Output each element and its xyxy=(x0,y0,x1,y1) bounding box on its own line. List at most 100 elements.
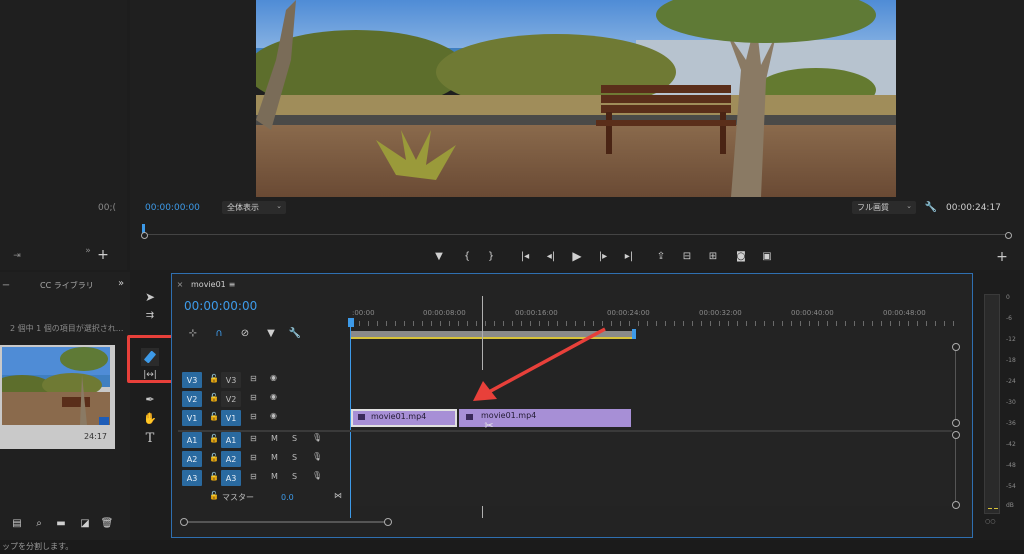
marker-icon[interactable]: ▼ xyxy=(430,248,448,264)
solo-meter-icons[interactable]: ○○ xyxy=(985,518,995,525)
add-button[interactable]: + xyxy=(995,249,1009,265)
track-target-v3[interactable]: V3 xyxy=(221,372,241,388)
nest-icon[interactable]: ⊹ xyxy=(184,325,202,341)
eye-icon[interactable]: ◉ xyxy=(270,411,277,420)
go-to-in-icon[interactable]: |◂ xyxy=(516,248,534,264)
step-back-icon[interactable]: ◂| xyxy=(542,248,560,264)
track-target-v2[interactable]: V2 xyxy=(221,391,241,407)
tab-media[interactable]: ー xyxy=(2,280,10,291)
track-target-a3[interactable]: A3 xyxy=(221,470,241,486)
solo-button[interactable]: S xyxy=(292,434,297,443)
insert-icon[interactable]: ⇥ xyxy=(10,250,24,262)
lock-icon[interactable]: 🔓 xyxy=(209,393,219,402)
track-target-a2[interactable]: A2 xyxy=(221,451,241,467)
new-item-icon[interactable]: ◪ xyxy=(78,515,92,531)
video-vertical-scrollbar[interactable] xyxy=(952,343,963,427)
eye-icon[interactable]: ◉ xyxy=(270,392,277,401)
play-icon[interactable]: ▶ xyxy=(568,248,586,264)
type-tool-icon[interactable]: T xyxy=(142,431,158,446)
more-icon[interactable]: » xyxy=(116,278,126,289)
lift-icon[interactable]: ⇪ xyxy=(652,248,670,264)
pen-tool-icon[interactable]: ✒ xyxy=(142,392,158,406)
add-marker-icon[interactable]: ▼ xyxy=(262,325,280,341)
add-button[interactable]: + xyxy=(96,247,110,263)
compare-icon[interactable]: ▣ xyxy=(758,248,776,264)
mark-out-icon[interactable]: } xyxy=(482,248,500,264)
trash-icon[interactable]: 🗑 xyxy=(100,515,114,531)
quality-select[interactable]: フル画質 ⌄ xyxy=(852,201,916,214)
close-icon[interactable]: × xyxy=(176,279,184,289)
solo-button[interactable]: S xyxy=(292,472,297,481)
timeline-timecode[interactable]: 00:00:00:00 xyxy=(184,299,257,313)
track-header-a1: A1 🔓 A1 ⊟ M S 🎙 xyxy=(178,431,348,449)
microphone-icon[interactable]: 🎙 xyxy=(312,471,322,480)
master-end-icon[interactable]: ⋈ xyxy=(334,491,342,500)
sequence-tab[interactable]: movie01 xyxy=(191,280,226,289)
folder-icon[interactable]: ▬ xyxy=(54,515,68,531)
sync-lock-icon[interactable]: ⊟ xyxy=(250,472,257,481)
ripple-tool-icon[interactable]: |↔| xyxy=(142,370,158,380)
hand-tool-icon[interactable]: ✋ xyxy=(142,411,158,425)
selection-tool-icon[interactable]: ➤ xyxy=(142,289,158,305)
lock-icon[interactable]: 🔓 xyxy=(209,434,219,443)
solo-button[interactable]: S xyxy=(292,453,297,462)
audio-vertical-scrollbar[interactable] xyxy=(952,431,963,509)
clip-thumbnail[interactable]: 24:17 xyxy=(0,345,115,449)
audio-meter-bar xyxy=(984,294,1000,514)
snap-icon[interactable]: ∩ xyxy=(210,325,228,341)
list-view-icon[interactable]: ▤ xyxy=(10,515,24,531)
clip-thumbnail-duration: 24:17 xyxy=(83,432,107,441)
lock-icon[interactable]: 🔓 xyxy=(209,374,219,383)
video-clip[interactable]: movie01.mp4 xyxy=(351,409,457,427)
overwrite-icon[interactable]: ⊞ xyxy=(704,248,722,264)
source-patch-a2[interactable]: A2 xyxy=(182,451,202,467)
horizontal-scrollbar[interactable] xyxy=(180,517,955,527)
tab-cc-library[interactable]: CC ライブラリ xyxy=(40,280,94,291)
camera-icon[interactable]: ◙ xyxy=(732,248,750,264)
wrench-icon[interactable]: 🔧 xyxy=(925,201,937,213)
playhead-ruler[interactable] xyxy=(141,224,1012,242)
quality-select-label: フル画質 xyxy=(857,203,889,212)
search-icon[interactable]: ⌕ xyxy=(32,515,46,531)
razor-tool-icon[interactable] xyxy=(141,348,159,366)
source-patch-a1[interactable]: A1 xyxy=(182,432,202,448)
source-patch-a3[interactable]: A3 xyxy=(182,470,202,486)
lock-icon[interactable]: 🔓 xyxy=(209,453,219,462)
track-target-a1[interactable]: A1 xyxy=(221,432,241,448)
menu-icon[interactable]: ≡ xyxy=(228,279,236,289)
ruler-label: 00:00:16:00 xyxy=(515,309,558,317)
lock-icon[interactable]: 🔓 xyxy=(209,412,219,421)
master-value[interactable]: 0.0 xyxy=(281,493,294,502)
track-header-a2: A2 🔓 A2 ⊟ M S 🎙 xyxy=(178,450,348,468)
zoom-select[interactable]: 全体表示 ⌄ xyxy=(222,201,286,214)
source-patch-v2[interactable]: V2 xyxy=(182,391,202,407)
program-timecode[interactable]: 00:00:00:00 xyxy=(145,203,200,213)
meter-label: -30 xyxy=(1006,399,1016,406)
mute-button[interactable]: M xyxy=(271,453,278,462)
track-target-v1[interactable]: V1 xyxy=(221,410,241,426)
sync-lock-icon[interactable]: ⊟ xyxy=(250,374,257,383)
mark-in-icon[interactable]: { xyxy=(458,248,476,264)
playhead-marker[interactable] xyxy=(348,318,354,327)
source-patch-v1[interactable]: V1 xyxy=(182,410,202,426)
microphone-icon[interactable]: 🎙 xyxy=(312,452,322,461)
step-forward-icon[interactable]: |▸ xyxy=(594,248,612,264)
lock-icon[interactable]: 🔓 xyxy=(209,472,219,481)
source-patch-v3[interactable]: V3 xyxy=(182,372,202,388)
chevron-down-icon: ⌄ xyxy=(276,202,282,210)
microphone-icon[interactable]: 🎙 xyxy=(312,433,322,442)
more-icon[interactable]: » xyxy=(82,246,94,256)
sync-lock-icon[interactable]: ⊟ xyxy=(250,393,257,402)
track-select-tool-icon[interactable]: ⇉ xyxy=(142,309,158,321)
sync-lock-icon[interactable]: ⊟ xyxy=(250,434,257,443)
audio-track-area xyxy=(351,432,951,506)
eye-icon[interactable]: ◉ xyxy=(270,373,277,382)
linked-select-icon[interactable]: ⊘ xyxy=(236,325,254,341)
sync-lock-icon[interactable]: ⊟ xyxy=(250,412,257,421)
mute-button[interactable]: M xyxy=(271,472,278,481)
sync-lock-icon[interactable]: ⊟ xyxy=(250,453,257,462)
go-to-out-icon[interactable]: ▸| xyxy=(620,248,638,264)
settings-wrench-icon[interactable]: 🔧 xyxy=(286,325,304,341)
extract-icon[interactable]: ⊟ xyxy=(678,248,696,264)
mute-button[interactable]: M xyxy=(271,434,278,443)
